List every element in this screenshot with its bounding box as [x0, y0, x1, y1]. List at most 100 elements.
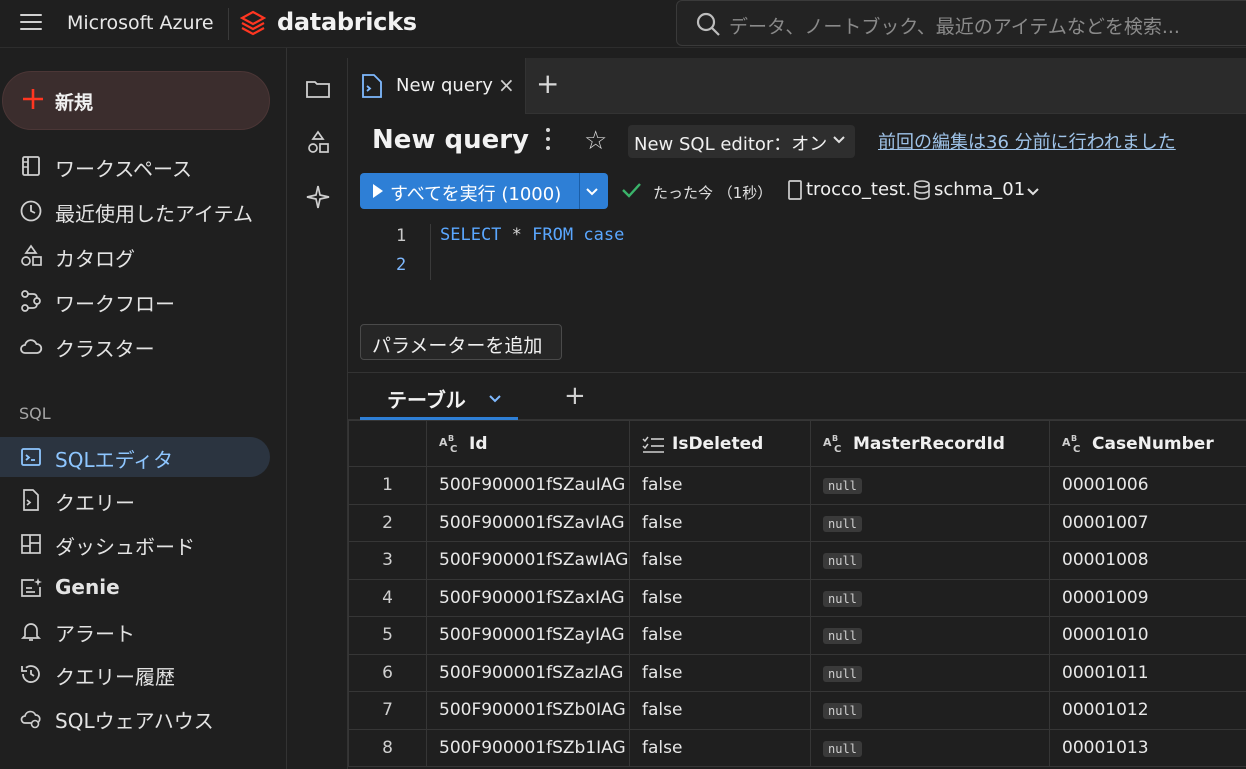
folder-icon[interactable] — [305, 76, 331, 102]
sidebar-item-query-history[interactable]: クエリー履歴 — [0, 654, 287, 694]
sidebar-item-dashboards[interactable]: ダッシュボード — [0, 524, 287, 564]
cell-masterrecordid[interactable]: null — [810, 616, 1050, 655]
column-header-casenumber[interactable]: A B C CaseNumber — [1049, 420, 1246, 467]
sidebar-item-catalog[interactable]: カタログ — [0, 236, 287, 276]
sidebar-item-workflows[interactable]: ワークフロー — [0, 281, 287, 321]
cell-isdeleted[interactable]: false — [629, 466, 811, 505]
cell-isdeleted[interactable]: false — [629, 503, 811, 542]
cell-masterrecordid[interactable]: null — [810, 653, 1050, 692]
assistant-sparkle-icon[interactable] — [305, 184, 331, 210]
cell-masterrecordid[interactable]: null — [810, 541, 1050, 580]
row-number: 4 — [348, 578, 427, 617]
cell-id[interactable]: 500F900001fSZaxIAG — [426, 578, 630, 617]
cell-id[interactable]: 500F900001fSZb0IAG — [426, 691, 630, 730]
cell-isdeleted[interactable]: false — [629, 653, 811, 692]
search-box[interactable]: データ、ノートブック、最近のアイテムなどを検索... — [676, 0, 1246, 46]
cell-casenumber[interactable]: 00001007 — [1049, 503, 1246, 542]
code-line-1[interactable]: SELECT * FROM case — [440, 225, 624, 245]
cell-masterrecordid[interactable]: null — [810, 466, 1050, 505]
sidebar-item-genie[interactable]: Genie — [0, 568, 287, 608]
code-editor[interactable]: 1 2 SELECT * FROM case — [348, 220, 1246, 282]
table-row[interactable]: 6 500F900001fSZazIAG false null 00001011 — [348, 653, 1246, 692]
chevron-down-icon[interactable] — [1026, 185, 1040, 199]
table-row[interactable]: 2 500F900001fSZavIAG false null 00001007 — [348, 503, 1246, 542]
null-badge: null — [823, 740, 862, 757]
column-header-id[interactable]: A B C Id — [426, 420, 630, 467]
catalog-icon[interactable] — [305, 130, 331, 156]
cell-masterrecordid[interactable]: null — [810, 728, 1050, 767]
cell-casenumber[interactable]: 00001006 — [1049, 466, 1246, 505]
last-edited-link[interactable]: 前回の編集は36 分前に行われました — [878, 128, 1176, 154]
column-header-masterrecordid[interactable]: A B C MasterRecordId — [810, 420, 1050, 467]
column-header-isdeleted[interactable]: IsDeleted — [629, 420, 811, 467]
cell-id[interactable]: 500F900001fSZazIAG — [426, 653, 630, 692]
search-input[interactable]: データ、ノートブック、最近のアイテムなどを検索... — [729, 12, 1180, 39]
cell-masterrecordid[interactable]: null — [810, 691, 1050, 730]
chevron-down-icon[interactable] — [585, 185, 599, 199]
query-title[interactable]: New query — [372, 125, 529, 155]
cell-casenumber[interactable]: 00001013 — [1049, 728, 1246, 767]
sidebar-item-label: カタログ — [55, 247, 135, 271]
schema-selector[interactable]: schma_01 — [934, 179, 1025, 200]
run-all-button[interactable]: すべてを実行 (1000) — [360, 173, 608, 209]
sidebar-item-alerts[interactable]: アラート — [0, 611, 287, 651]
table-row[interactable]: 3 500F900001fSZawIAG false null 00001008 — [348, 541, 1246, 580]
close-icon[interactable]: × — [498, 73, 515, 97]
cell-id[interactable]: 500F900001fSZavIAG — [426, 503, 630, 542]
cell-isdeleted[interactable]: false — [629, 728, 811, 767]
cell-casenumber[interactable]: 00001009 — [1049, 578, 1246, 617]
table-row[interactable]: 8 500F900001fSZb1IAG false null 00001013 — [348, 728, 1246, 767]
sidebar-item-queries[interactable]: クエリー — [0, 480, 287, 520]
cell-masterrecordid[interactable]: null — [810, 578, 1050, 617]
table-row[interactable]: 4 500F900001fSZaxIAG false null 00001009 — [348, 578, 1246, 617]
sql-editor-toggle[interactable]: New SQL editor：オン — [628, 125, 855, 158]
sidebar-item-sql-warehouses[interactable]: SQLウェアハウス — [0, 698, 287, 738]
cell-casenumber[interactable]: 00001008 — [1049, 541, 1246, 580]
cell-casenumber[interactable]: 00001010 — [1049, 616, 1246, 655]
table-row[interactable]: 1 500F900001fSZauIAG false null 00001006 — [348, 466, 1246, 505]
table-row[interactable]: 7 500F900001fSZb0IAG false null 00001012 — [348, 691, 1246, 730]
run-status: たった今 （1秒） — [653, 184, 773, 202]
cell-isdeleted[interactable]: false — [629, 616, 811, 655]
cell-masterrecordid[interactable]: null — [810, 503, 1050, 542]
sidebar-item-label: SQLエディタ — [55, 448, 174, 472]
add-parameter-button[interactable]: パラメーターを追加 — [360, 324, 562, 360]
tab-new-query[interactable]: New query × — [348, 58, 526, 114]
menu-icon[interactable] — [20, 14, 42, 32]
column-name: Id — [469, 433, 488, 454]
cell-id[interactable]: 500F900001fSZb1IAG — [426, 728, 630, 767]
cell-casenumber[interactable]: 00001012 — [1049, 691, 1246, 730]
cell-isdeleted[interactable]: false — [629, 578, 811, 617]
table-row[interactable]: 5 500F900001fSZayIAG false null 00001010 — [348, 616, 1246, 655]
catalog-selector[interactable]: trocco_test. — [806, 179, 911, 200]
add-visualization-button[interactable]: + — [564, 381, 586, 411]
cell-id[interactable]: 500F900001fSZauIAG — [426, 466, 630, 505]
svg-text:B: B — [832, 434, 838, 443]
clock-icon — [20, 200, 42, 222]
plus-icon — [23, 89, 43, 109]
new-button[interactable]: 新規 — [2, 71, 270, 130]
sidebar-item-label: クラスター — [55, 337, 155, 361]
cell-id[interactable]: 500F900001fSZayIAG — [426, 616, 630, 655]
chevron-down-icon[interactable] — [488, 392, 502, 406]
results-tab-bar: テーブル + — [348, 372, 1246, 421]
tab-label: New query — [396, 75, 493, 96]
null-badge: null — [823, 665, 862, 682]
kebab-menu-icon[interactable] — [546, 128, 552, 154]
column-name: MasterRecordId — [853, 433, 1005, 454]
sql-keyword: FROM — [532, 225, 574, 245]
sidebar-item-workspace[interactable]: ワークスペース — [0, 146, 287, 186]
cell-id[interactable]: 500F900001fSZawIAG — [426, 541, 630, 580]
cell-isdeleted[interactable]: false — [629, 691, 811, 730]
sidebar-item-sql-editor[interactable]: SQLエディタ — [0, 437, 270, 477]
sidebar-item-clusters[interactable]: クラスター — [0, 326, 287, 366]
databricks-brand[interactable]: databricks — [277, 8, 417, 36]
tab-table[interactable]: テーブル — [360, 373, 518, 421]
sidebar-item-recents[interactable]: 最近使用したアイテム — [0, 191, 287, 231]
cell-isdeleted[interactable]: false — [629, 541, 811, 580]
cell-casenumber[interactable]: 00001011 — [1049, 653, 1246, 692]
column-name: CaseNumber — [1092, 433, 1214, 454]
star-icon[interactable]: ☆ — [584, 126, 607, 156]
dashboard-icon — [21, 534, 41, 554]
add-tab-button[interactable]: + — [536, 70, 559, 98]
